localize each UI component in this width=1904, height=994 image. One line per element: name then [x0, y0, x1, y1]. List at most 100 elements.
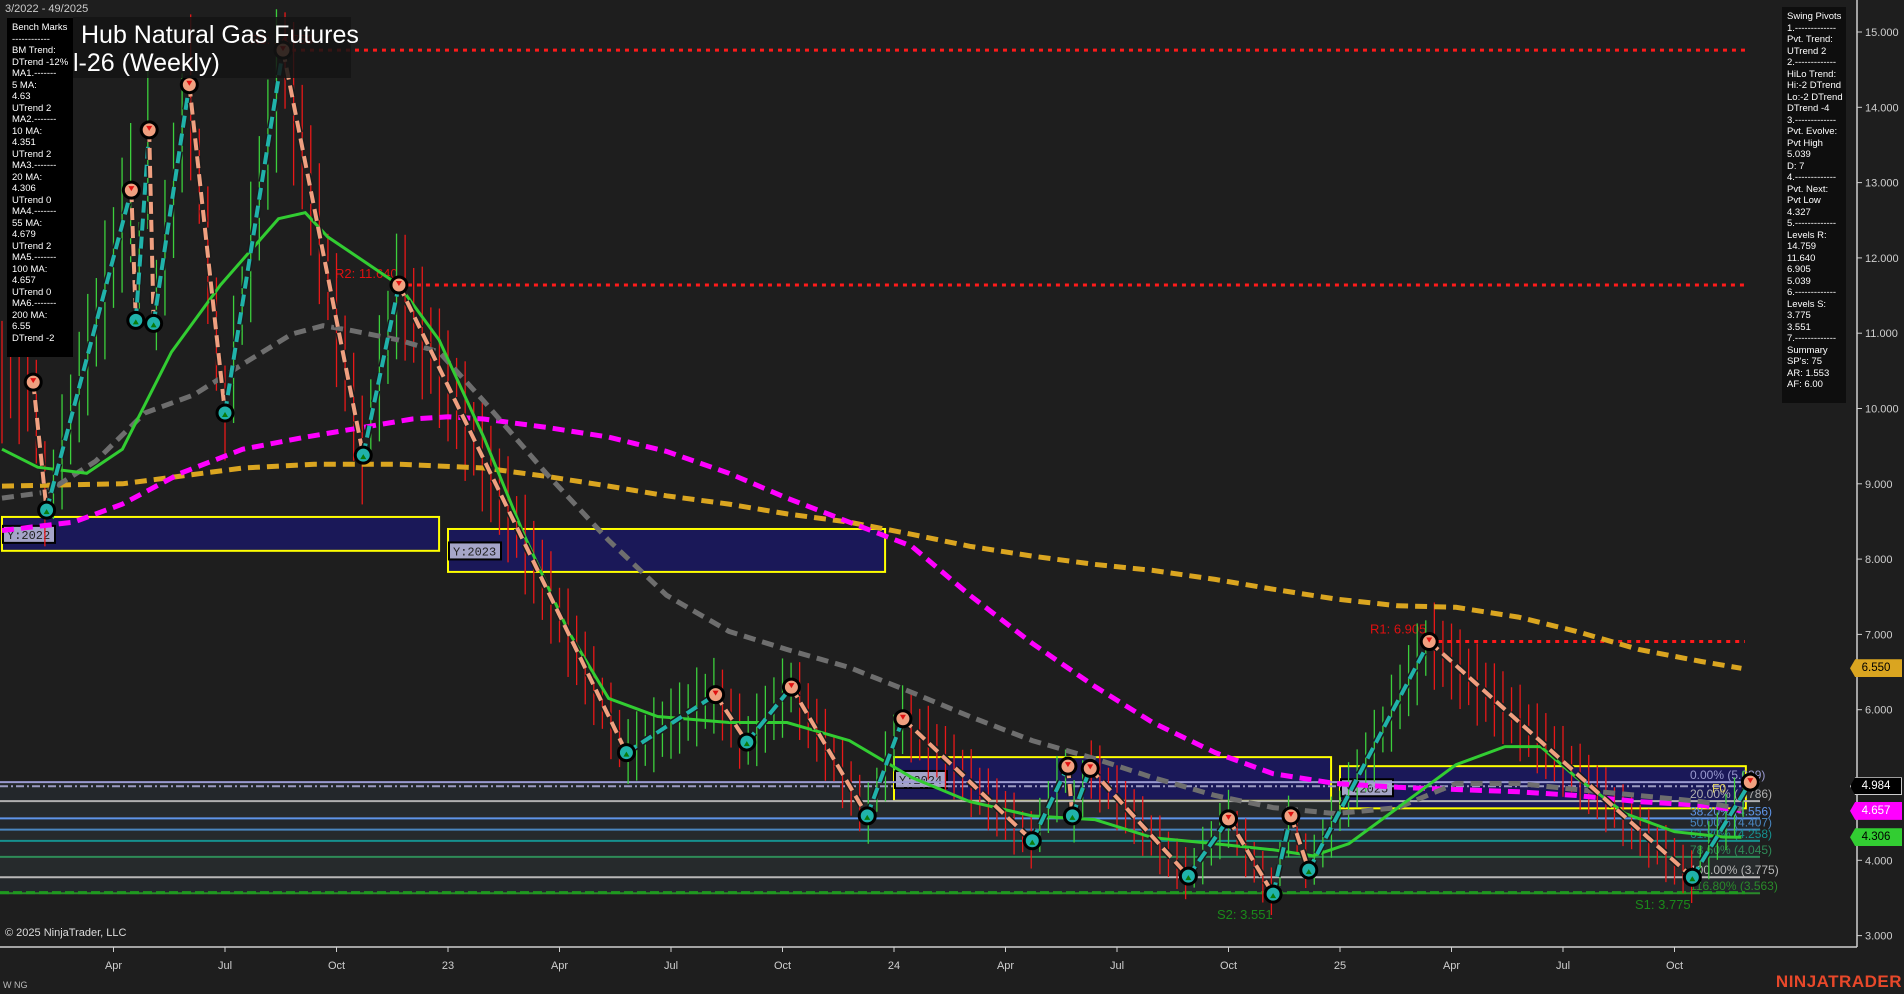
- panel-line: 6.-------------: [1787, 287, 1841, 299]
- copyright: © 2025 NinjaTrader, LLC: [5, 927, 126, 939]
- panel-line: BM Trend:: [12, 45, 68, 57]
- panel-line: 200 MA:: [12, 310, 68, 322]
- panel-line: 5 MA:: [12, 80, 68, 92]
- x-tick-label: Apr: [1443, 960, 1460, 972]
- x-tick-label: Jul: [218, 960, 232, 972]
- panel-line: Pvt High: [1787, 138, 1841, 150]
- x-tick-label: Oct: [774, 960, 791, 972]
- panel-line: 3.-------------: [1787, 115, 1841, 127]
- y-tick-label: 8.000: [1865, 554, 1893, 566]
- year-box: [448, 529, 885, 572]
- x-tick-label: Oct: [328, 960, 345, 972]
- y-tick-label: 6.000: [1865, 705, 1893, 717]
- panel-line: 4.-------------: [1787, 172, 1841, 184]
- panel-line: AR: 1.553: [1787, 368, 1841, 380]
- panel-line: 14.759: [1787, 241, 1841, 253]
- panel-line: 5.039: [1787, 276, 1841, 288]
- panel-line: MA1.-------: [12, 68, 68, 80]
- panel-line: 1.-------------: [1787, 23, 1841, 35]
- panel-line: 7.-------------: [1787, 333, 1841, 345]
- panel-line: Hi:-2 DTrend: [1787, 80, 1841, 92]
- chart-title-box: Hub Natural Gas Futures l-26 (Weekly): [73, 17, 351, 78]
- panel-line: 5.-------------: [1787, 218, 1841, 230]
- panel-line: MA4.-------: [12, 206, 68, 218]
- panel-line: 4.63: [12, 91, 68, 103]
- panel-line: AF: 6.00: [1787, 379, 1841, 391]
- y-tick-label: 10.000: [1865, 404, 1899, 416]
- fib-band: [0, 818, 1760, 829]
- panel-line: Pvt. Next:: [1787, 184, 1841, 196]
- chart-title-line2: l-26 (Weekly): [73, 49, 220, 77]
- x-tick-label: Apr: [551, 960, 568, 972]
- panel-line: Levels S:: [1787, 299, 1841, 311]
- y-tick-label: 4.000: [1865, 855, 1893, 867]
- panel-line: MA6.-------: [12, 298, 68, 310]
- price-marker: 4.306: [1850, 828, 1902, 846]
- panel-line: 100 MA:: [12, 264, 68, 276]
- panel-line: 4.657: [12, 275, 68, 287]
- fib-band: [0, 877, 1760, 893]
- x-tick-label: Oct: [1666, 960, 1683, 972]
- swing-up-line: [154, 85, 190, 324]
- panel-line: UTrend 0: [12, 287, 68, 299]
- fib-band: [0, 830, 1760, 841]
- date-range-label: 3/2022 - 49/2025: [5, 3, 88, 15]
- panel-line: DTrend -12%: [12, 57, 68, 69]
- moving-average-line: [2, 417, 1741, 811]
- fib-band: [0, 841, 1760, 857]
- panel-line: UTrend 2: [12, 241, 68, 253]
- fib-band: [0, 857, 1760, 877]
- x-tick-label: Jul: [1110, 960, 1124, 972]
- swing-down-line: [189, 85, 225, 413]
- panel-line: MA5.-------: [12, 252, 68, 264]
- price-marker: 4.657: [1850, 802, 1902, 820]
- y-tick-label: 13.000: [1865, 178, 1899, 190]
- panel-line: HiLo Trend:: [1787, 69, 1841, 81]
- panel-line: MA3.-------: [12, 160, 68, 172]
- panel-line: MA2.-------: [12, 114, 68, 126]
- x-tick-label: 24: [888, 960, 900, 972]
- x-tick-label: 23: [442, 960, 454, 972]
- panel-line: ------------: [12, 34, 68, 46]
- x-tick-label: Jul: [1556, 960, 1570, 972]
- panel-line: Swing Pivots: [1787, 11, 1841, 23]
- panel-line: 10 MA:: [12, 126, 68, 138]
- y-tick-label: 11.000: [1865, 328, 1898, 340]
- panel-line: UTrend 0: [12, 195, 68, 207]
- panel-line: SP's: 75: [1787, 356, 1841, 368]
- bench-marks-panel: Bench Marks------------BM Trend:DTrend -…: [7, 18, 73, 357]
- panel-line: 6.905: [1787, 264, 1841, 276]
- panel-line: Levels R:: [1787, 230, 1841, 242]
- panel-line: 4.306: [12, 183, 68, 195]
- y-tick-label: 3.000: [1865, 931, 1893, 943]
- panel-line: 55 MA:: [12, 218, 68, 230]
- y-tick-label: 9.000: [1865, 479, 1893, 491]
- fib-label: 100.00% (3.775): [1690, 863, 1779, 877]
- panel-line: 3.775: [1787, 310, 1841, 322]
- panel-line: UTrend 2: [12, 149, 68, 161]
- x-tick-label: Apr: [105, 960, 122, 972]
- x-tick-label: Jul: [664, 960, 678, 972]
- x-tick-label: 25: [1334, 960, 1346, 972]
- panel-line: 4.351: [12, 137, 68, 149]
- panel-line: Pvt. Trend:: [1787, 34, 1841, 46]
- panel-line: 20 MA:: [12, 172, 68, 184]
- swing-up-line: [363, 285, 399, 455]
- x-tick-label: Oct: [1220, 960, 1237, 972]
- panel-line: UTrend 2: [1787, 46, 1841, 58]
- swing-up-line: [747, 687, 792, 742]
- panel-line: 6.55: [12, 321, 68, 333]
- price-chart[interactable]: Y:2022Y:2023Y:2024Y:2025 0.00% (5.039)20…: [0, 0, 1904, 994]
- fib-label: 116.80% (3.563): [1690, 879, 1778, 893]
- y-tick-label: 12.000: [1865, 253, 1899, 265]
- panel-line: UTrend 2: [12, 103, 68, 115]
- level-label: R1: 6.905: [1370, 622, 1426, 637]
- y-tick-label: 15.000: [1865, 27, 1899, 39]
- panel-line: 2.-------------: [1787, 57, 1841, 69]
- fib-label: 20.00% (4.786): [1690, 787, 1772, 801]
- panel-line: D: 7: [1787, 161, 1841, 173]
- panel-line: 11.640: [1787, 253, 1841, 265]
- instrument-symbol: W NG: [3, 980, 28, 990]
- panel-line: 3.551: [1787, 322, 1841, 334]
- chart-title-line1: Hub Natural Gas Futures: [81, 21, 359, 49]
